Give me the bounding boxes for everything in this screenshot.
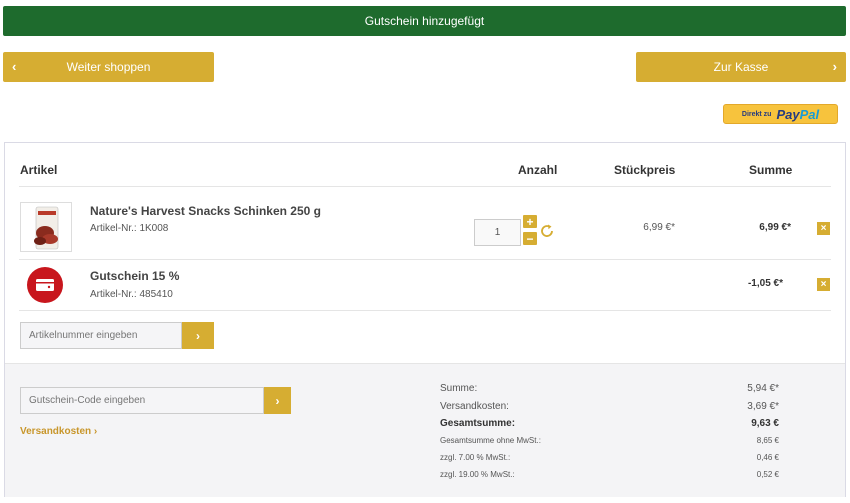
net-total-value: 8,65 € xyxy=(756,436,779,445)
remove-product-button[interactable]: × xyxy=(817,222,830,235)
success-banner: Gutschein hinzugefügt xyxy=(3,6,846,36)
chevron-right-icon: › xyxy=(832,59,837,74)
header-article: Artikel xyxy=(20,163,58,177)
header-quantity: Anzahl xyxy=(518,163,558,177)
net-total-label: Gesamtsumme ohne MwSt.: xyxy=(440,436,541,445)
row-divider xyxy=(19,259,831,260)
voucher-code-input[interactable] xyxy=(20,387,264,414)
continue-shopping-button[interactable]: ‹ Weiter shoppen xyxy=(3,52,214,82)
paypal-logo: PayPal xyxy=(776,106,820,122)
voucher-submit-button[interactable]: › xyxy=(264,387,291,414)
row-divider xyxy=(19,310,831,311)
shipping-label: Versandkosten: xyxy=(440,401,509,412)
header-total: Summe xyxy=(749,163,793,177)
vat19-value: 0,52 € xyxy=(756,470,779,479)
cart-panel: Artikel Anzahl Stückpreis Summe Nature's… xyxy=(4,142,846,497)
checkout-label: Zur Kasse xyxy=(713,60,769,74)
grand-total-label: Gesamtsumme: xyxy=(440,418,516,429)
article-number-submit-button[interactable]: › xyxy=(182,322,214,349)
product-name[interactable]: Nature's Harvest Snacks Schinken 250 g xyxy=(90,204,321,218)
product-image[interactable] xyxy=(20,202,72,252)
subtotal-value: 5,94 €* xyxy=(747,383,779,394)
voucher-icon xyxy=(27,267,63,303)
vat7-value: 0,46 € xyxy=(756,453,779,462)
quantity-increase-button[interactable]: + xyxy=(523,215,537,228)
product-total-price: 6,99 €* xyxy=(759,222,791,233)
shipping-costs-link[interactable]: Versandkosten › xyxy=(20,426,97,437)
grand-total-value: 9,63 € xyxy=(751,418,779,429)
quantity-decrease-button[interactable]: − xyxy=(523,232,537,245)
continue-shopping-label: Weiter shoppen xyxy=(66,60,151,74)
voucher-form: › xyxy=(20,387,291,414)
checkout-button[interactable]: Zur Kasse › xyxy=(636,52,846,82)
quantity-input[interactable]: 1 xyxy=(474,219,521,246)
remove-voucher-button[interactable]: × xyxy=(817,278,830,291)
article-number-form: › xyxy=(20,322,214,349)
subtotal-label: Summe: xyxy=(440,383,478,394)
voucher-article-number: Artikel-Nr.: 485410 xyxy=(90,289,173,300)
voucher-total: -1,05 €* xyxy=(747,278,783,289)
header-divider xyxy=(19,186,831,187)
success-message: Gutschein hinzugefügt xyxy=(364,14,485,28)
shipping-value: 3,69 €* xyxy=(747,401,779,412)
vat7-label: zzgl. 7.00 % MwSt.: xyxy=(440,453,511,462)
header-unit-price: Stückpreis xyxy=(614,163,676,177)
voucher-name: Gutschein 15 % xyxy=(90,269,180,283)
paypal-express-button[interactable]: Direkt zu PayPal xyxy=(723,104,838,124)
product-article-number: Artikel-Nr.: 1K008 xyxy=(90,223,169,234)
chevron-left-icon: ‹ xyxy=(12,59,17,74)
cart-footer: › Versandkosten › Summe: 5,94 €* Versand… xyxy=(5,363,845,497)
refresh-icon[interactable] xyxy=(539,223,555,244)
vat19-label: zzgl. 19.00 % MwSt.: xyxy=(440,470,515,479)
paypal-prefix: Direkt zu xyxy=(741,110,772,118)
product-unit-price: 6,99 €* xyxy=(643,222,675,233)
article-number-input[interactable] xyxy=(20,322,182,349)
